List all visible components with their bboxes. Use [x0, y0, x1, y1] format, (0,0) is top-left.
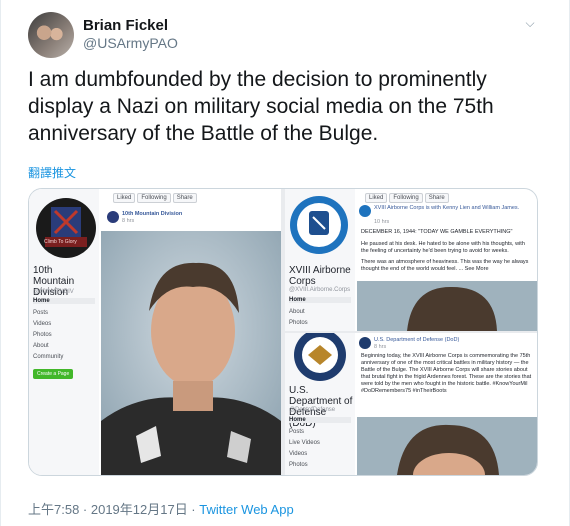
liked-button[interactable]: Liked [365, 193, 388, 203]
post-body: Beginning today, the XVIII Airborne Corp… [361, 353, 532, 394]
facebook-post-10th-mountain: Climb To Glory 10th Mountain Division @1… [29, 189, 281, 475]
airborne-logo-icon [290, 196, 348, 254]
facebook-post-xviii-airborne: XVIII Airborne Corps @XVIII.Airborne.Cor… [285, 189, 537, 331]
page-handle: @XVIII.Airborne.Corps [289, 287, 351, 293]
following-button[interactable]: Following [389, 193, 423, 203]
portrait-photo [357, 417, 537, 475]
post-body: He paused at his desk. He hated to be al… [361, 241, 525, 254]
nav-videos[interactable]: Videos [289, 451, 307, 457]
post-time: 8 hrs [374, 344, 387, 350]
division-logo-icon [36, 198, 96, 258]
portrait-photo [357, 281, 537, 331]
avatar[interactable] [28, 12, 74, 58]
tweet-text: I am dumbfounded by the decision to prom… [28, 68, 494, 145]
nav-videos[interactable]: Videos [33, 321, 51, 327]
facebook-post-dod: U.S. Department of Defense (DoD) @Deptof… [285, 333, 537, 475]
nav-photos[interactable]: Photos [289, 462, 308, 468]
post-time: 10 hrs [374, 219, 390, 225]
post-heading: DECEMBER 16, 1944: "TODAY WE GAMBLE EVER… [361, 229, 513, 235]
post-author-line[interactable]: XVIII Airborne Corps is with Kenny Lien … [374, 205, 532, 212]
post-author[interactable]: 10th Mountain Division [122, 211, 182, 218]
following-button[interactable]: Following [137, 193, 171, 203]
page-name[interactable]: XVIII Airborne Corps [289, 265, 351, 287]
post-author[interactable]: U.S. Department of Defense (DoD) [374, 337, 459, 344]
share-button[interactable]: Share [424, 193, 449, 203]
nav-about[interactable]: About [33, 343, 49, 349]
translate-link[interactable]: 翻譯推文 [28, 164, 76, 181]
portrait-photo [101, 231, 281, 475]
nav-live-videos[interactable]: Live Videos [289, 440, 320, 446]
page-handle: @DeptofDefense [289, 407, 336, 413]
tweet-media-image[interactable]: Climb To Glory 10th Mountain Division @1… [28, 188, 538, 476]
dod-seal-icon [294, 333, 346, 381]
author-handle[interactable]: @USArmyPAO [83, 35, 178, 51]
nav-photos[interactable]: Photos [33, 332, 52, 338]
post-author-avatar [359, 337, 371, 349]
page-action-buttons: Liked Following Share [113, 193, 199, 203]
logo-tagline: Climb To Glory [44, 239, 77, 245]
post-author-avatar [359, 205, 371, 217]
nav-about[interactable]: About [289, 309, 305, 315]
nav-home[interactable]: Home [289, 297, 351, 303]
nav-home[interactable]: Home [33, 298, 95, 304]
nav-home[interactable]: Home [289, 417, 351, 423]
tweet-timestamp[interactable]: 上午7:58 · 2019年12月17日 · [28, 502, 196, 517]
source-app-link[interactable]: Twitter Web App [199, 502, 293, 517]
nav-posts[interactable]: Posts [289, 429, 304, 435]
tweet-footer: 上午7:58 · 2019年12月17日 · Twitter Web App [28, 499, 294, 518]
tweet-card: Brian Fickel @USArmyPAO ⌵ I am dumbfound… [0, 0, 570, 526]
post-time: 8 hrs [122, 218, 135, 224]
create-page-button[interactable]: Create a Page [33, 369, 74, 379]
liked-button[interactable]: Liked [113, 193, 136, 203]
nav-photos[interactable]: Photos [289, 320, 308, 326]
nav-community[interactable]: Community [33, 354, 63, 360]
post-author-avatar [107, 211, 119, 223]
chevron-down-icon[interactable]: ⌵ [523, 16, 537, 30]
nav-posts[interactable]: Posts [33, 310, 48, 316]
share-button[interactable]: Share [172, 193, 197, 203]
author-name[interactable]: Brian Fickel [83, 17, 168, 34]
page-action-buttons: Liked Following Share [365, 193, 451, 203]
page-handle: @10thMTNDIV [33, 289, 74, 295]
post-body-more: There was an atmosphere of heaviness. Th… [361, 259, 529, 272]
